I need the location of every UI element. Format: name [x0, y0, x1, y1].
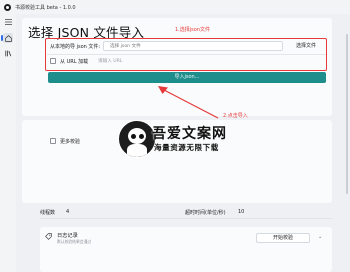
import-json-button[interactable]: 导入json... [48, 72, 326, 83]
settings-underline [40, 218, 332, 219]
threads-input[interactable]: 4 [66, 209, 69, 215]
log-subtitle: 默认校验结果会通过 [57, 239, 92, 244]
annotation-step2: 2.点击导入 [223, 113, 248, 119]
more-validation-label: 更多校验 [60, 139, 81, 145]
tag-icon [45, 233, 52, 240]
sidebar [0, 14, 16, 272]
file-path-input[interactable] [103, 41, 283, 51]
divider [47, 54, 326, 55]
app-logo-icon [4, 3, 11, 11]
watermark-subtitle: 海量资源无限下载 [154, 143, 219, 152]
log-title: 日志记录 [57, 233, 78, 239]
chevron-down-icon[interactable]: ⌄ [318, 234, 322, 240]
timeout-label: 超时时间(单位/秒) [185, 210, 226, 216]
watermark-title: 吾爱文案网 [152, 126, 227, 142]
annotation-arrow [158, 86, 219, 119]
menu-icon[interactable] [3, 17, 13, 27]
home-icon[interactable] [1, 33, 13, 43]
select-file-button[interactable]: 选择文件 [288, 41, 324, 51]
library-icon[interactable] [3, 48, 13, 58]
url-input[interactable]: 请输入 URL [98, 58, 122, 64]
more-validation-checkbox[interactable] [50, 138, 56, 144]
watermark-logo [118, 120, 156, 158]
watermark: 吾爱文案网 海量资源无限下载 [118, 120, 266, 162]
timeout-input[interactable]: 10 [238, 209, 244, 215]
start-validation-button[interactable]: 开始校验 [256, 233, 310, 243]
threads-label: 线程数 [40, 210, 56, 216]
local-file-label: 从本地的导 json 文件: [50, 44, 101, 50]
scrollbar[interactable] [344, 14, 350, 272]
annotation-step1: 1.选择json文件 [175, 27, 210, 33]
scroll-thumb[interactable] [346, 34, 348, 194]
title-bar: 书源校验工具 beta - 1.0.0 [0, 0, 350, 14]
url-load-checkbox[interactable] [50, 58, 56, 64]
url-load-label: 从 URL 加载 [60, 59, 89, 65]
window-title: 书源校验工具 beta - 1.0.0 [15, 4, 76, 11]
